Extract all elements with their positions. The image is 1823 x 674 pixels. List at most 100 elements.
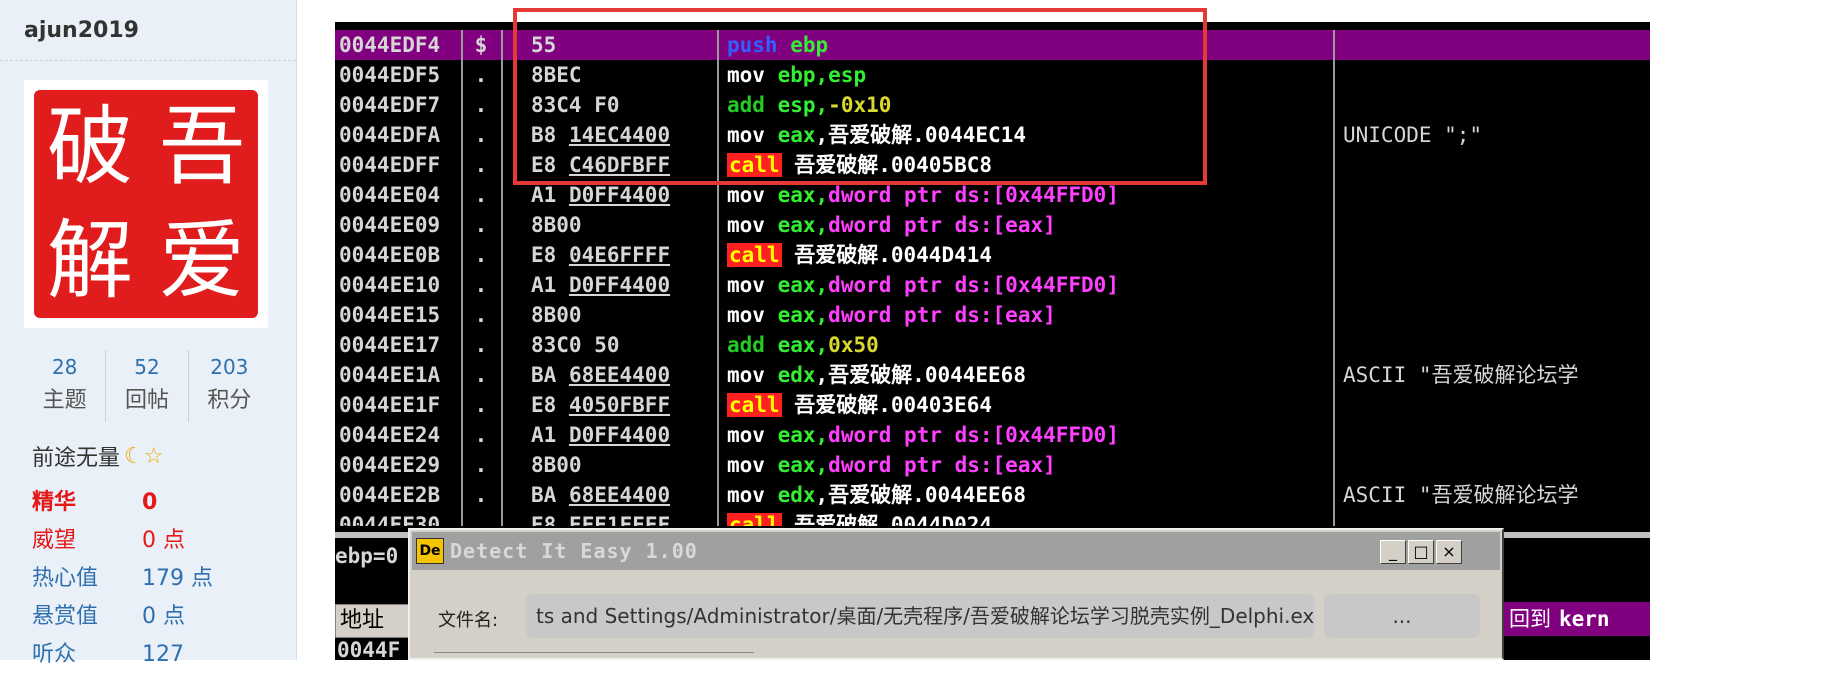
hex-cell: 8BEC xyxy=(531,60,731,90)
column-divider xyxy=(501,30,503,530)
hex-prefix: 83C0 50 xyxy=(531,333,620,357)
disasm-row[interactable]: 0044EE24. A1 D0FF4400 mov eax,dword ptr ds… xyxy=(335,420,1650,450)
prop-key: 精华 xyxy=(32,490,77,515)
avatar[interactable]: 破 吾 解 爱 xyxy=(24,80,268,328)
disasm-row[interactable]: 0044EE1A. BA 68EE4400 mov edx,吾爱破解.0044EE6… xyxy=(335,360,1650,390)
mnemonic: add xyxy=(727,93,765,117)
seal-char: 解 xyxy=(47,211,133,311)
marker-cell: . xyxy=(474,63,488,87)
hex-cell: A1 D0FF4400 xyxy=(531,270,731,300)
disasm-row[interactable]: 0044EDFF. E8 C46DFBFF call 吾爱破解.00405BC8 xyxy=(335,150,1650,180)
disasm-cell: mov eax,dword ptr ds:[0x44FFD0] xyxy=(727,270,1257,300)
hex-cell: B8 14EC4400 xyxy=(531,120,731,150)
operand: eax, xyxy=(777,303,829,327)
operand: dword ptr ds:[eax] xyxy=(828,303,1056,327)
stat-replies[interactable]: 52 回帖 xyxy=(105,350,187,422)
comment-cell xyxy=(1343,210,1650,240)
user-stats: 28 主题 52 回帖 203 积分 xyxy=(24,350,270,422)
stat-points[interactable]: 203 积分 xyxy=(187,350,270,422)
hex-cell: E8 C46DFBFF xyxy=(531,150,731,180)
hex-prefix: E8 xyxy=(531,153,569,177)
operand: dword ptr ds:[0x44FFD0] xyxy=(828,423,1119,447)
disasm-cell: mov edx,吾爱破解.0044EE68 xyxy=(727,480,1257,510)
address-cell: 0044EDF5 xyxy=(339,63,441,87)
prop-value: 179 点 xyxy=(142,566,213,591)
disasm-row[interactable]: 0044EE1F. E8 4050FBFF call 吾爱破解.00403E64 xyxy=(335,390,1650,420)
disasm-row[interactable]: 0044EE2B. BA 68EE4400 mov edx,吾爱破解.0044EE6… xyxy=(335,480,1650,510)
hex-prefix: 83C4 F0 xyxy=(531,93,620,117)
comment-cell xyxy=(1343,90,1650,120)
address-cell: 0044EE1F xyxy=(339,393,441,417)
seal-char: 破 xyxy=(47,97,133,197)
disasm-row[interactable]: 0044EDF5. 8BEC mov ebp,esp xyxy=(335,60,1650,90)
maximize-button[interactable]: □ xyxy=(1408,540,1434,564)
dump-address-header[interactable]: 地址 xyxy=(335,604,416,638)
hex-prefix: A1 xyxy=(531,423,569,447)
tab-strip[interactable] xyxy=(434,652,754,663)
username[interactable]: ajun2019 xyxy=(24,18,139,43)
stat-number: 52 xyxy=(134,355,160,379)
operand: eax, xyxy=(777,183,829,207)
comment-cell xyxy=(1343,330,1650,360)
marker-cell: . xyxy=(474,363,488,387)
window-titlebar[interactable]: De Detect It Easy 1.00 _ □ × xyxy=(412,532,1500,570)
disasm-row[interactable]: 0044EDFA. B8 14EC4400 mov eax,吾爱破解.0044EC1… xyxy=(335,120,1650,150)
operand: 0x50 xyxy=(828,333,879,357)
disasm-cell: push ebp xyxy=(727,30,1257,60)
disasm-row[interactable]: 0044EE04. A1 D0FF4400 mov eax,dword ptr ds… xyxy=(335,180,1650,210)
browse-button[interactable]: ... xyxy=(1324,594,1480,638)
die-logo-icon: De xyxy=(416,538,444,564)
mnemonic: mov xyxy=(727,453,765,477)
detect-it-easy-window: De Detect It Easy 1.00 _ □ × 文件名: ts and… xyxy=(408,528,1504,660)
disasm-cell: add eax,0x50 xyxy=(727,330,1257,360)
comment-cell xyxy=(1343,300,1650,330)
address-cell: 0044EE09 xyxy=(339,213,441,237)
disasm-cell: mov eax,dword ptr ds:[eax] xyxy=(727,210,1257,240)
comment-cell xyxy=(1343,420,1650,450)
hex-cell: A1 D0FF4400 xyxy=(531,420,731,450)
address-cell: 0044EDFF xyxy=(339,153,441,177)
disasm-cell: mov eax,dword ptr ds:[eax] xyxy=(727,300,1257,330)
operand: eax, xyxy=(777,423,829,447)
disasm-row[interactable]: 0044EE29. 8B00 mov eax,dword ptr ds:[eax] xyxy=(335,450,1650,480)
disasm-cell: call 吾爱破解.0044D414 xyxy=(727,240,1257,270)
marker-cell: . xyxy=(474,333,488,357)
disasm-row[interactable]: 0044EE0B. E8 04E6FFFF call 吾爱破解.0044D414 xyxy=(335,240,1650,270)
disasm-row[interactable]: 0044EDF4 $55 push ebp xyxy=(335,30,1650,60)
hex-prefix: BA xyxy=(531,483,569,507)
hex-prefix: 8B00 xyxy=(531,303,582,327)
disasm-row[interactable]: 0044EDF7. 83C4 F0 add esp,-0x10 xyxy=(335,90,1650,120)
disasm-cell: add esp,-0x10 xyxy=(727,90,1257,120)
disasm-cell: mov eax,dword ptr ds:[eax] xyxy=(727,450,1257,480)
hex-operand: D0FF4400 xyxy=(568,183,671,207)
hex-prefix: E8 xyxy=(531,393,569,417)
column-divider xyxy=(717,30,719,530)
disasm-row[interactable]: 0044EE09. 8B00 mov eax,dword ptr ds:[eax] xyxy=(335,210,1650,240)
mnemonic: mov xyxy=(727,303,765,327)
stat-label: 积分 xyxy=(207,388,252,413)
mnemonic: call xyxy=(727,243,782,267)
goto-kernel-item[interactable]: 回到 kern xyxy=(1503,602,1650,636)
mnemonic: call xyxy=(727,153,782,177)
close-button[interactable]: × xyxy=(1436,540,1462,564)
disasm-row[interactable]: 0044EE15. 8B00 mov eax,dword ptr ds:[eax] xyxy=(335,300,1650,330)
stat-threads[interactable]: 28 主题 xyxy=(24,350,105,422)
marker-cell: . xyxy=(474,483,488,507)
minimize-button[interactable]: _ xyxy=(1380,540,1406,564)
hex-cell: 83C4 F0 xyxy=(531,90,731,120)
disasm-row[interactable]: 0044EE10. A1 D0FF4400 mov eax,dword ptr ds… xyxy=(335,270,1650,300)
hex-prefix: E8 xyxy=(531,243,569,267)
prop-row-enthusiasm: 热心值 179 点 xyxy=(32,560,272,598)
hex-prefix: BA xyxy=(531,363,569,387)
hex-prefix: A1 xyxy=(531,273,569,297)
prop-value: 0 点 xyxy=(142,604,185,629)
marker-cell: . xyxy=(474,243,488,267)
user-rank: 前途无量 ☾☆ xyxy=(32,440,163,472)
mnemonic: mov xyxy=(727,63,765,87)
disasm-row[interactable]: 0044EE17. 83C0 50 add eax,0x50 xyxy=(335,330,1650,360)
file-path-field[interactable]: ts and Settings/Administrator/桌面/无壳程序/吾爱… xyxy=(526,594,1314,638)
hex-operand: C46DFBFF xyxy=(568,153,671,177)
forum-user-sidebar: ajun2019 破 吾 解 爱 28 主题 52 回帖 203 积分 前途无量… xyxy=(0,0,297,667)
stat-label: 主题 xyxy=(42,388,87,413)
address-cell: 0044EDFA xyxy=(339,123,441,147)
